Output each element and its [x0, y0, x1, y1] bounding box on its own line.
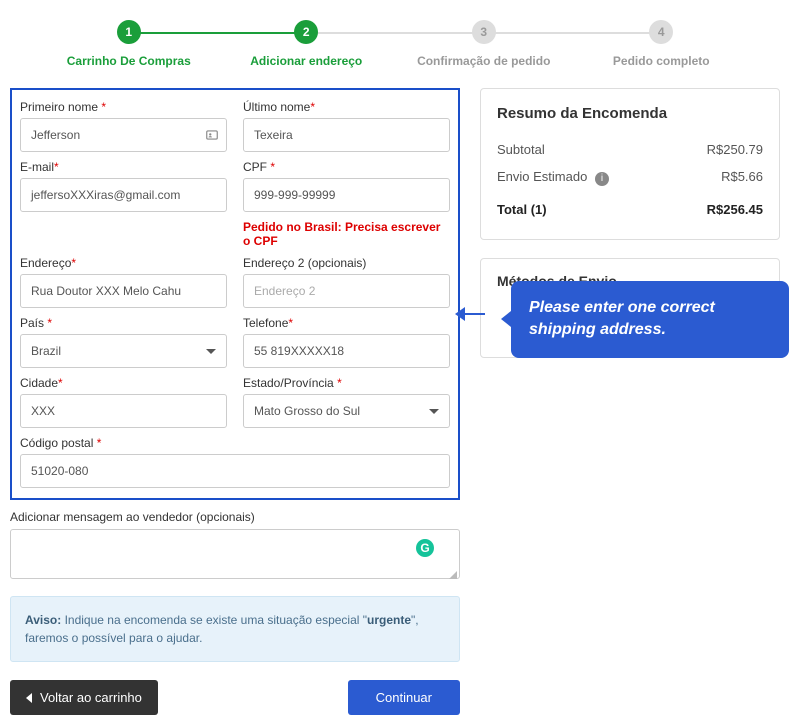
chevron-down-icon	[429, 409, 439, 414]
subtotal-label: Subtotal	[497, 142, 545, 157]
last-name-input[interactable]: Texeira	[243, 118, 450, 152]
address1-input[interactable]: Rua Doutor XXX Melo Cahu	[20, 274, 227, 308]
field-first-name: Primeiro nome * Jefferson	[20, 100, 227, 152]
notice-bold: urgente	[367, 613, 411, 627]
phone-input[interactable]: 55 819XXXXX18	[243, 334, 450, 368]
zip-label: Código postal *	[20, 436, 450, 450]
step-label: Confirmação de pedido	[417, 54, 550, 68]
info-icon[interactable]: i	[595, 172, 609, 186]
field-email: E-mail* jeffersoXXXiras@gmail.com	[20, 160, 227, 248]
notice-prefix: Aviso:	[25, 613, 65, 627]
summary-subtotal-row: Subtotal R$250.79	[497, 136, 763, 163]
email-label: E-mail*	[20, 160, 227, 174]
address1-label: Endereço*	[20, 256, 227, 270]
chevron-left-icon	[26, 693, 32, 703]
total-value: R$256.45	[707, 202, 763, 217]
field-phone: Telefone* 55 819XXXXX18	[243, 316, 450, 368]
field-country: País * Brazil	[20, 316, 227, 368]
back-to-cart-button[interactable]: Voltar ao carrinho	[10, 680, 158, 715]
address-form: Primeiro nome * Jefferson Último nome* T…	[10, 88, 460, 500]
callout-text: Please enter one correct shipping addres…	[529, 299, 715, 338]
step-complete: 4 Pedido completo	[573, 20, 751, 68]
phone-label: Telefone*	[243, 316, 450, 330]
last-name-label: Último nome*	[243, 100, 450, 114]
state-label: Estado/Província *	[243, 376, 450, 390]
field-zip: Código postal * 51020-080	[20, 436, 450, 488]
step-number: 1	[117, 20, 141, 44]
seller-message-textarea[interactable]	[10, 529, 460, 579]
shipping-label: Envio Estimado i	[497, 169, 609, 186]
zip-input[interactable]: 51020-080	[20, 454, 450, 488]
step-label: Adicionar endereço	[250, 54, 362, 68]
order-summary-panel: Resumo da Encomenda Subtotal R$250.79 En…	[480, 88, 780, 240]
address2-input[interactable]: Endereço 2	[243, 274, 450, 308]
shipping-value: R$5.66	[721, 169, 763, 186]
field-last-name: Último nome* Texeira	[243, 100, 450, 152]
summary-total-row: Total (1) R$256.45	[497, 192, 763, 223]
city-input[interactable]: XXX	[20, 394, 227, 428]
step-address[interactable]: 2 Adicionar endereço	[218, 20, 396, 68]
city-label: Cidade*	[20, 376, 227, 390]
state-select[interactable]: Mato Grosso do Sul	[243, 394, 450, 428]
notice-text1: Indique na encomenda se existe uma situa…	[65, 613, 367, 627]
notice-box: Aviso: Indique na encomenda se existe um…	[10, 596, 460, 662]
chevron-down-icon	[206, 349, 216, 354]
callout-bubble: Please enter one correct shipping addres…	[511, 281, 789, 358]
country-select[interactable]: Brazil	[20, 334, 227, 368]
step-label: Pedido completo	[613, 54, 710, 68]
seller-message-label: Adicionar mensagem ao vendedor (opcionai…	[10, 510, 460, 524]
step-number: 4	[649, 20, 673, 44]
field-state: Estado/Província * Mato Grosso do Sul	[243, 376, 450, 428]
continue-button[interactable]: Continuar	[348, 680, 460, 715]
step-number: 3	[472, 20, 496, 44]
field-address1: Endereço* Rua Doutor XXX Melo Cahu	[20, 256, 227, 308]
shipping-methods-panel: Métodos de Envio Please enter one correc…	[480, 258, 780, 358]
first-name-input[interactable]: Jefferson	[20, 118, 227, 152]
contact-card-icon	[205, 128, 219, 142]
first-name-label: Primeiro nome *	[20, 100, 227, 114]
cpf-error: Pedido no Brasil: Precisa escrever o CPF	[243, 220, 450, 248]
cpf-input[interactable]: 999-999-99999	[243, 178, 450, 212]
grammarly-icon[interactable]: G	[416, 539, 434, 557]
field-city: Cidade* XXX	[20, 376, 227, 428]
total-label: Total (1)	[497, 202, 547, 217]
email-input[interactable]: jeffersoXXXiras@gmail.com	[20, 178, 227, 212]
action-buttons: Voltar ao carrinho Continuar	[10, 680, 460, 715]
field-address2: Endereço 2 (opcionais) Endereço 2	[243, 256, 450, 308]
field-cpf: CPF * 999-999-99999 Pedido no Brasil: Pr…	[243, 160, 450, 248]
checkout-stepper: 1 Carrinho De Compras 2 Adicionar endere…	[10, 10, 780, 88]
step-confirm: 3 Confirmação de pedido	[395, 20, 573, 68]
cpf-label: CPF *	[243, 160, 450, 174]
step-cart[interactable]: 1 Carrinho De Compras	[40, 20, 218, 68]
summary-shipping-row: Envio Estimado i R$5.66	[497, 163, 763, 192]
step-number: 2	[294, 20, 318, 44]
country-label: País *	[20, 316, 227, 330]
order-summary-title: Resumo da Encomenda	[497, 105, 763, 122]
address2-label: Endereço 2 (opcionais)	[243, 256, 450, 270]
subtotal-value: R$250.79	[707, 142, 763, 157]
resize-handle-icon[interactable]	[448, 570, 458, 580]
step-label: Carrinho De Compras	[67, 54, 191, 68]
seller-message-section: Adicionar mensagem ao vendedor (opcionai…	[10, 510, 460, 582]
